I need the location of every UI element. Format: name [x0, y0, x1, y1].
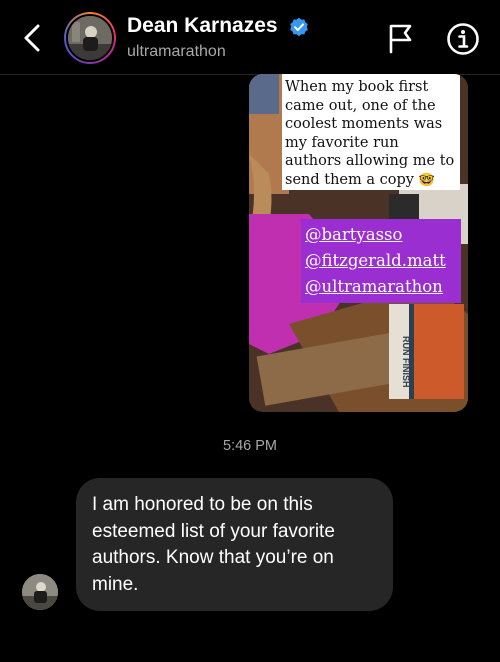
mention-link[interactable]: @bartyasso	[305, 222, 457, 248]
message-text: I am honored to be on this esteemed list…	[92, 494, 335, 595]
sender-avatar[interactable]	[22, 574, 58, 610]
mention-link[interactable]: @ultramarathon	[305, 274, 457, 300]
back-chevron-icon[interactable]	[18, 22, 48, 54]
info-icon[interactable]	[446, 22, 480, 56]
profile-username[interactable]: ultramarathon	[127, 43, 226, 61]
verified-badge-icon	[290, 17, 308, 37]
profile-avatar[interactable]	[64, 12, 116, 64]
profile-photo	[68, 16, 112, 60]
mention-link[interactable]: @fitzgerald.matt	[305, 248, 457, 274]
story-mentions: @bartyasso @fitzgerald.matt @ultramarath…	[301, 219, 461, 303]
chat-header: Dean Karnazes ultramarathon	[0, 0, 500, 75]
profile-name[interactable]: Dean Karnazes	[127, 14, 278, 38]
message-timestamp: 5:46 PM	[223, 438, 277, 454]
book-spine-text: RUN FINISH	[401, 336, 411, 388]
nerd-face-emoji: 🤓	[418, 172, 435, 188]
shared-story[interactable]: RUN FINISH When my book first came out, …	[249, 74, 468, 412]
sender-photo	[22, 574, 58, 610]
flag-icon[interactable]	[386, 22, 416, 54]
story-caption: When my book first came out, one of the …	[282, 74, 460, 190]
message-bubble[interactable]: I am honored to be on this esteemed list…	[76, 478, 393, 611]
